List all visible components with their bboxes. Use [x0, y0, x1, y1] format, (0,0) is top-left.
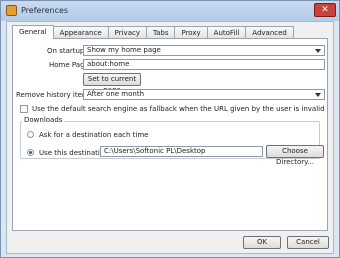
ask-destination-radio[interactable]	[27, 131, 34, 138]
window-title: Preferences	[21, 6, 69, 15]
title-bar[interactable]: Preferences ✕	[1, 1, 339, 21]
home-page-input[interactable]: about:home	[83, 59, 325, 70]
ok-button[interactable]: OK	[243, 236, 281, 249]
tab-autofill[interactable]: AutoFill	[206, 26, 247, 38]
tab-tabs[interactable]: Tabs	[145, 26, 176, 38]
ask-destination-label: Ask for a destination each time	[39, 131, 149, 139]
chevron-down-icon	[315, 49, 321, 53]
tab-privacy[interactable]: Privacy	[107, 26, 147, 38]
cancel-button[interactable]: Cancel	[287, 236, 329, 249]
choose-directory-button[interactable]: Choose Directory...	[266, 145, 324, 166]
remove-history-value: After one month	[87, 90, 145, 98]
tab-advanced[interactable]: Advanced	[245, 26, 294, 38]
general-panel: On startup: Show my home page Home Page:…	[12, 38, 328, 231]
fallback-label: Use the default search engine as fallbac…	[32, 105, 325, 113]
destination-input[interactable]: C:\Users\Softonic PL\Desktop	[100, 146, 263, 157]
dialog-body: General Appearance Privacy Tabs Proxy Au…	[6, 21, 334, 254]
fallback-checkbox[interactable]	[20, 105, 28, 113]
on-startup-label: On startup:	[47, 47, 87, 55]
use-destination-radio[interactable]	[27, 149, 34, 156]
tab-appearance[interactable]: Appearance	[52, 26, 109, 38]
app-icon	[6, 5, 17, 16]
tab-general[interactable]: General	[12, 25, 54, 39]
close-icon: ✕	[321, 5, 329, 15]
on-startup-select[interactable]: Show my home page	[83, 45, 325, 56]
preferences-window: Preferences ✕ General Appearance Privacy…	[0, 0, 340, 258]
tab-strip: General Appearance Privacy Tabs Proxy Au…	[12, 25, 294, 39]
downloads-group-title: Downloads	[22, 116, 65, 124]
remove-history-select[interactable]: After one month	[83, 89, 325, 100]
on-startup-value: Show my home page	[87, 46, 161, 54]
close-button[interactable]: ✕	[314, 3, 336, 17]
set-current-page-button[interactable]: Set to current page	[83, 73, 141, 94]
chevron-down-icon	[315, 93, 321, 97]
tab-proxy[interactable]: Proxy	[174, 26, 208, 38]
